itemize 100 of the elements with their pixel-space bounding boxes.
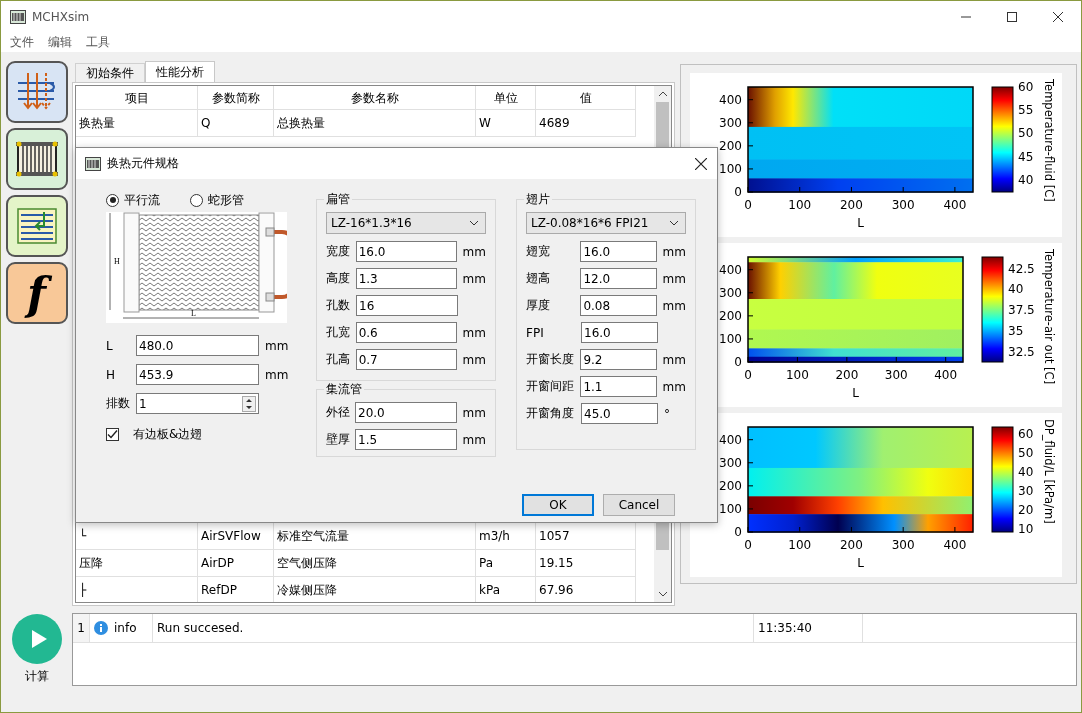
colorbar-title: Temperature-fluid [C] bbox=[1042, 79, 1056, 202]
toolbar-button[interactable] bbox=[5, 61, 68, 123]
y-tick-label: 100 bbox=[719, 331, 742, 346]
dialog-button[interactable]: OK bbox=[522, 494, 594, 516]
table-cell: 压降 bbox=[76, 550, 198, 577]
menu-item[interactable]: 工具 bbox=[86, 33, 110, 51]
field-label: 孔宽 bbox=[326, 324, 351, 341]
close-icon[interactable] bbox=[1053, 11, 1063, 22]
input-field[interactable]: 16.0 bbox=[580, 241, 657, 262]
colorbar-label: 50 bbox=[1018, 446, 1034, 461]
input-field[interactable]: 16 bbox=[356, 295, 458, 316]
close-icon[interactable] bbox=[695, 157, 707, 170]
tab[interactable]: 性能分析 bbox=[145, 61, 215, 82]
field-label: FPI bbox=[526, 325, 545, 340]
column-header: 单位 bbox=[476, 86, 536, 110]
unit-label: mm bbox=[462, 405, 486, 420]
input-field[interactable]: 1.3 bbox=[355, 268, 457, 289]
unit-label: mm bbox=[265, 338, 289, 353]
column-header: 参数名称 bbox=[274, 86, 476, 110]
field-label: 孔高 bbox=[326, 351, 351, 368]
y-tick-label: 200 bbox=[719, 478, 742, 493]
colorbar-label: 40 bbox=[1018, 172, 1034, 187]
maximize-icon[interactable] bbox=[1007, 11, 1017, 22]
field-label: 孔数 bbox=[326, 297, 351, 314]
x-tick-label: 0 bbox=[744, 368, 752, 382]
field-label: 壁厚 bbox=[326, 431, 351, 448]
field-label: 开窗间距 bbox=[526, 378, 575, 395]
x-tick-label: 400 bbox=[943, 538, 967, 552]
menu-item[interactable]: 编辑 bbox=[48, 33, 72, 51]
input-field[interactable]: 16.0 bbox=[355, 241, 457, 262]
column-header: 项目 bbox=[76, 86, 198, 110]
input-field[interactable]: 0.08 bbox=[580, 295, 657, 316]
input-field[interactable]: 9.2 bbox=[580, 349, 657, 370]
input-field[interactable]: 12.0 bbox=[580, 268, 657, 289]
input-field[interactable]: 453.9 bbox=[136, 364, 259, 385]
field-label: 排数 bbox=[106, 395, 131, 412]
menu-item[interactable]: 文件 bbox=[10, 33, 34, 51]
table-cell: W bbox=[476, 110, 536, 137]
x-tick-label: 200 bbox=[840, 538, 863, 552]
input-field[interactable]: 0.6 bbox=[355, 322, 457, 343]
play-icon bbox=[29, 629, 48, 649]
input-field[interactable]: 20.0 bbox=[355, 402, 457, 423]
tab[interactable]: 初始条件 bbox=[75, 63, 145, 82]
app-icon bbox=[10, 9, 26, 24]
table-cell: Q bbox=[198, 110, 274, 137]
table-cell: ├ bbox=[76, 577, 198, 602]
scroll-up-icon[interactable] bbox=[657, 90, 668, 98]
spin-arrows-icon[interactable] bbox=[242, 395, 256, 412]
scroll-down-icon[interactable] bbox=[657, 590, 668, 598]
toolbar-button[interactable]: f bbox=[5, 262, 68, 324]
y-tick-label: 0 bbox=[734, 185, 742, 199]
input-field[interactable]: 1.5 bbox=[355, 429, 457, 450]
dialog-button[interactable]: Cancel bbox=[603, 494, 675, 516]
line-number: 1 bbox=[73, 614, 89, 642]
unit-label: mm bbox=[662, 244, 686, 259]
table-cell: 总换热量 bbox=[274, 110, 476, 137]
unit-label: mm bbox=[662, 379, 686, 394]
dropdown[interactable]: LZ-0.08*16*6 FPI21 bbox=[526, 212, 686, 234]
colorbar-label: 20 bbox=[1018, 502, 1034, 517]
table-cell: RefDP bbox=[198, 577, 274, 602]
column-header: 值 bbox=[536, 86, 636, 110]
colorbar-label: 40 bbox=[1008, 282, 1024, 297]
input-field[interactable]: 16.0 bbox=[581, 322, 658, 343]
input-field[interactable]: 45.0 bbox=[581, 403, 658, 424]
checkbox-option[interactable]: 有边板&边翅 bbox=[106, 426, 316, 443]
field-label: 翅宽 bbox=[526, 243, 551, 260]
x-axis-label: L bbox=[852, 386, 859, 400]
input-field[interactable]: 480.0 bbox=[136, 335, 259, 356]
field-label: L bbox=[106, 338, 114, 353]
dialog-title: 换热元件规格 bbox=[107, 155, 179, 172]
table-cell: 冷媒侧压降 bbox=[274, 577, 476, 602]
colorbar-label: 30 bbox=[1018, 484, 1034, 499]
colorbar-label: 60 bbox=[1018, 427, 1034, 442]
heat-exchanger-drawing: H L bbox=[106, 212, 287, 323]
x-tick-label: 200 bbox=[840, 198, 863, 212]
y-tick-label: 0 bbox=[734, 355, 742, 369]
x-tick-label: 300 bbox=[891, 538, 915, 552]
x-tick-label: 300 bbox=[884, 368, 908, 382]
x-tick-label: 0 bbox=[744, 538, 752, 552]
radio-button[interactable] bbox=[190, 193, 203, 207]
spin-box[interactable]: 1 bbox=[136, 393, 259, 414]
colorbar-label: 60 bbox=[1018, 80, 1034, 94]
group-title: 集流管 bbox=[325, 381, 363, 398]
unit-label: mm bbox=[462, 244, 486, 259]
radio-option[interactable]: 平行流 bbox=[106, 191, 160, 209]
toolbar-button[interactable] bbox=[5, 195, 68, 257]
dropdown[interactable]: LZ-16*1.3*16 bbox=[326, 212, 486, 234]
field-label: 宽度 bbox=[326, 243, 351, 260]
log-message: Run succesed. bbox=[153, 614, 754, 642]
y-tick-label: 300 bbox=[719, 115, 742, 130]
toolbar-button[interactable] bbox=[5, 128, 68, 190]
input-field[interactable]: 0.7 bbox=[355, 349, 457, 370]
radio-button[interactable] bbox=[106, 193, 119, 207]
x-tick-label: 100 bbox=[788, 198, 812, 212]
radio-option[interactable]: 蛇形管 bbox=[190, 191, 244, 209]
checkbox[interactable] bbox=[106, 428, 119, 441]
y-tick-label: 100 bbox=[719, 501, 742, 516]
input-field[interactable]: 1.1 bbox=[580, 376, 657, 397]
app-icon bbox=[85, 156, 101, 171]
field-label: 开窗角度 bbox=[526, 405, 575, 422]
